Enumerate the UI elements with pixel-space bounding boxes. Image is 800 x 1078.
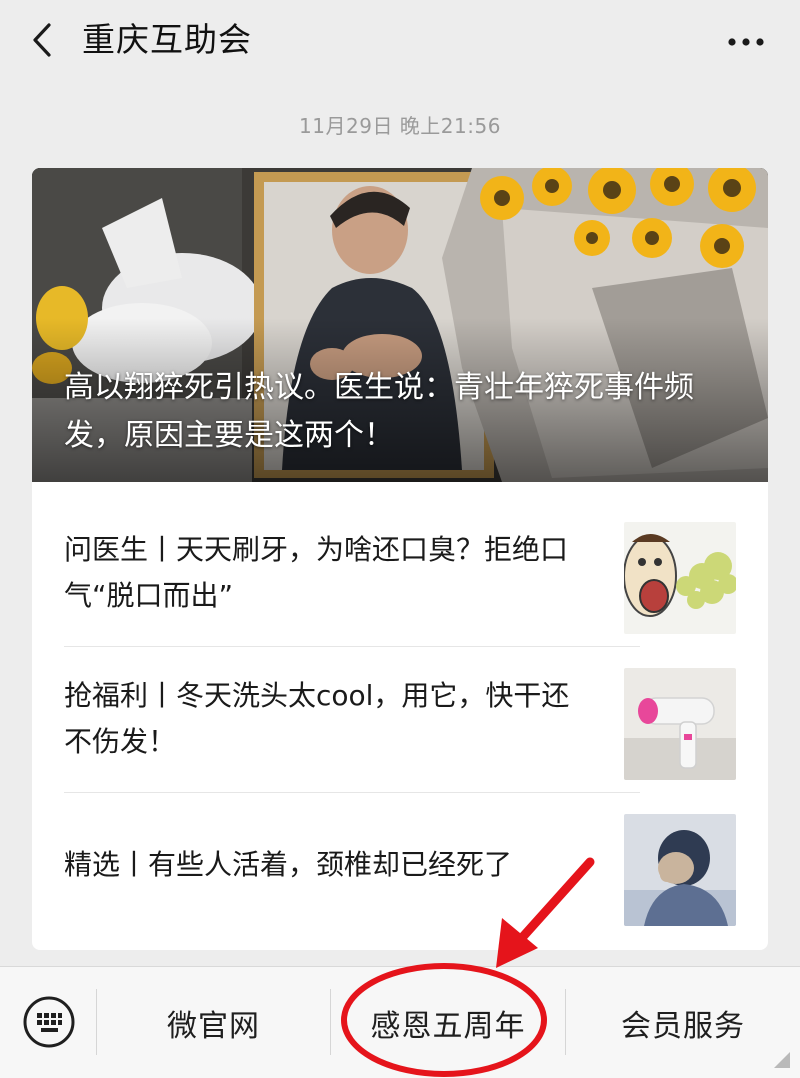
menu-item-anniversary[interactable]: 感恩五周年: [331, 967, 565, 1078]
hero-article-title: 高以翔猝死引热议。医生说：青壮年猝死事件频发，原因主要是这两个！: [64, 370, 694, 453]
bottom-menu: 微官网 感恩五周年 会员服务: [0, 966, 800, 1078]
menu-item-official-site[interactable]: 微官网: [97, 967, 330, 1078]
hero-article[interactable]: 高以翔猝死引热议。医生说：青壮年猝死事件频发，原因主要是这两个！: [32, 168, 768, 482]
back-button[interactable]: [22, 18, 62, 62]
menu-corner-indicator: [774, 1052, 790, 1068]
chevron-left-icon: [33, 23, 51, 57]
article-item[interactable]: 问医生丨天天刷牙，为啥还口臭？拒绝口气“脱口而出”: [64, 500, 768, 646]
chat-header: 重庆互助会: [0, 0, 800, 84]
article-title: 抢福利丨冬天洗头太cool，用它，快干还不伤发！: [64, 679, 570, 758]
article-title: 精选丨有些人活着，颈椎却已经死了: [64, 848, 513, 881]
article-thumbnail: [624, 522, 736, 634]
account-title: 重庆互助会: [82, 20, 252, 59]
article-card: 高以翔猝死引热议。医生说：青壮年猝死事件频发，原因主要是这两个！ 问医生丨天天刷…: [32, 168, 768, 950]
keyboard-icon: [23, 996, 75, 1048]
more-dots-icon: [728, 38, 764, 46]
menu-item-member-services[interactable]: 会员服务: [566, 967, 800, 1078]
message-timestamp: 11月29日 晚上21:56: [299, 114, 501, 138]
article-thumbnail: [624, 814, 736, 926]
article-title: 问医生丨天天刷牙，为啥还口臭？拒绝口气“脱口而出”: [64, 533, 569, 612]
keyboard-toggle-button[interactable]: [22, 995, 76, 1049]
more-button[interactable]: [726, 24, 766, 60]
article-item[interactable]: 抢福利丨冬天洗头太cool，用它，快干还不伤发！: [64, 646, 768, 792]
article-thumbnail: [624, 668, 736, 780]
article-item[interactable]: 精选丨有些人活着，颈椎却已经死了: [64, 792, 768, 938]
